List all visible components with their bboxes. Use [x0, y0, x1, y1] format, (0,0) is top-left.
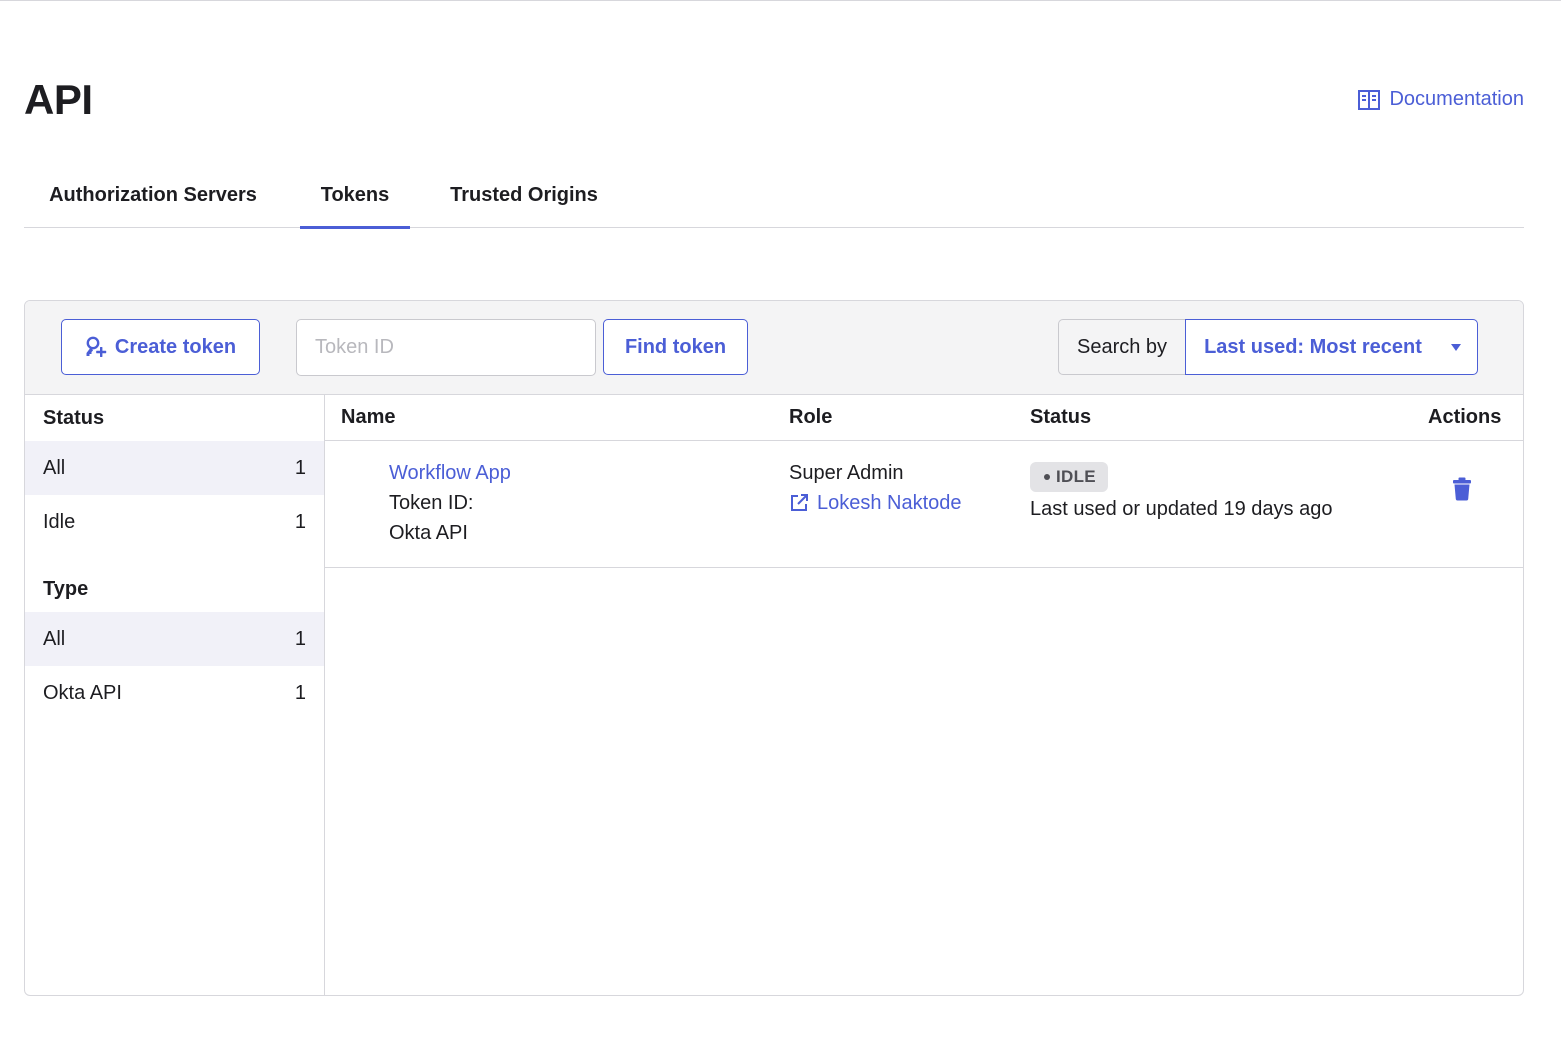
- token-type: Okta API: [389, 522, 468, 544]
- caret-down-icon: [1451, 343, 1462, 351]
- status-cell: IDLE Last used or updated 19 days ago: [1030, 459, 1332, 524]
- type-filter-heading: Type: [43, 578, 89, 600]
- tab-trusted-origins[interactable]: Trusted Origins: [428, 168, 620, 228]
- token-id-input[interactable]: [296, 319, 596, 376]
- status-badge-label: IDLE: [1056, 467, 1096, 486]
- status-filter-idle[interactable]: Idle 1: [25, 495, 324, 549]
- table-row: Workflow App Token ID: Okta API Super Ad…: [325, 441, 1523, 568]
- search-by-group: Search by Last used: Most recent: [1058, 319, 1479, 375]
- filter-label: Idle: [43, 510, 76, 533]
- token-id-label: Token ID:: [389, 492, 474, 514]
- filter-label: All: [43, 456, 66, 479]
- filter-sidebar: Status All 1 Idle 1 Type All 1 Okta API …: [25, 395, 325, 995]
- tab-authorization-servers[interactable]: Authorization Servers: [24, 168, 282, 228]
- type-filter-all[interactable]: All 1: [25, 612, 324, 666]
- sort-select[interactable]: Last used: Most recent: [1185, 319, 1479, 375]
- documentation-label: Documentation: [1389, 88, 1524, 110]
- page-title: API: [24, 76, 93, 123]
- role-cell: Super Admin Lokesh Naktode: [789, 458, 962, 518]
- tab-tokens[interactable]: Tokens: [300, 168, 410, 229]
- status-detail: Last used or updated 19 days ago: [1030, 498, 1333, 520]
- filter-count: 1: [294, 627, 306, 650]
- book-icon: [1358, 89, 1381, 110]
- search-by-label: Search by: [1058, 319, 1186, 375]
- status-dot-icon: [1044, 474, 1050, 480]
- filter-count: 1: [294, 456, 306, 479]
- status-filter-heading: Status: [43, 407, 105, 429]
- toolbar: Create token Find token Search by Last u…: [25, 301, 1523, 395]
- tokens-panel: Create token Find token Search by Last u…: [24, 300, 1524, 996]
- tokens-table: Name Role Status Actions Workflow App To…: [325, 395, 1523, 995]
- create-token-label: Create token: [114, 335, 237, 358]
- column-header-role: Role: [789, 406, 833, 428]
- column-header-status: Status: [1030, 406, 1092, 428]
- status-filter-all[interactable]: All 1: [25, 441, 324, 495]
- sort-select-value: Last used: Most recent: [1204, 335, 1422, 358]
- owner-name: Lokesh Naktode: [817, 492, 962, 514]
- column-header-name: Name: [341, 406, 396, 428]
- owner-link[interactable]: Lokesh Naktode: [789, 488, 962, 518]
- filter-label: All: [43, 627, 66, 650]
- tab-bar: Authorization Servers Tokens Trusted Ori…: [24, 168, 1524, 229]
- find-token-button[interactable]: Find token: [603, 319, 748, 375]
- add-key-icon: [86, 336, 107, 357]
- trash-icon[interactable]: [1451, 477, 1473, 501]
- type-filter-okta-api[interactable]: Okta API 1: [25, 666, 324, 720]
- status-badge: IDLE: [1030, 462, 1108, 492]
- filter-label: Okta API: [43, 681, 122, 704]
- top-divider: [0, 0, 1561, 1]
- filter-count: 1: [294, 681, 306, 704]
- column-header-actions: Actions: [1428, 406, 1502, 428]
- table-header: Name Role Status Actions: [325, 395, 1523, 441]
- role-name: Super Admin: [789, 462, 904, 484]
- token-name-link[interactable]: Workflow App: [389, 458, 511, 488]
- external-link-icon: [791, 494, 808, 511]
- documentation-link[interactable]: Documentation: [1358, 88, 1524, 111]
- filter-count: 1: [294, 510, 306, 533]
- create-token-button[interactable]: Create token: [61, 319, 260, 375]
- name-cell: Workflow App Token ID: Okta API: [389, 458, 511, 548]
